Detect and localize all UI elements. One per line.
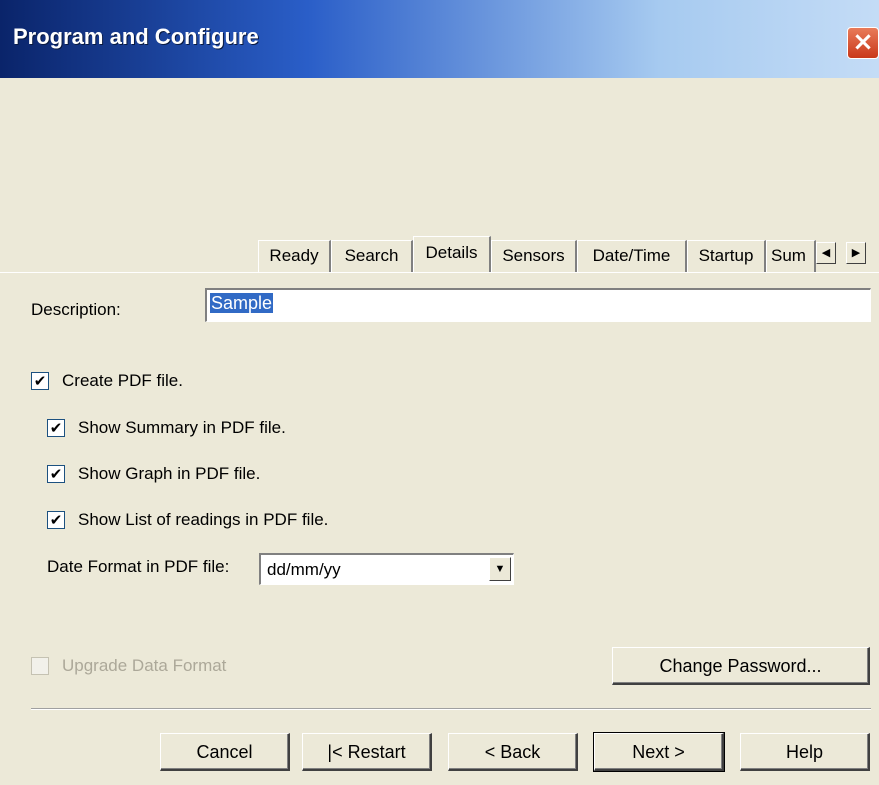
tab-startup[interactable]: Startup	[687, 240, 766, 272]
show-list-checkbox[interactable]: ✔	[47, 511, 65, 529]
date-format-select[interactable]: dd/mm/yy ▼	[259, 553, 514, 585]
tab-search[interactable]: Search	[331, 240, 413, 272]
window-title: Program and Configure	[13, 24, 259, 49]
restart-button[interactable]: |< Restart	[302, 733, 432, 771]
tab-ready[interactable]: Ready	[258, 240, 331, 272]
show-summary-label[interactable]: Show Summary in PDF file.	[78, 418, 286, 438]
tab-scroll-right-icon[interactable]: ▶	[846, 242, 866, 264]
description-label: Description:	[31, 300, 121, 319]
show-graph-label[interactable]: Show Graph in PDF file.	[78, 464, 260, 484]
description-input[interactable]: Sample	[205, 288, 871, 322]
help-button[interactable]: Help	[740, 733, 870, 771]
date-format-label: Date Format in PDF file:	[47, 557, 230, 576]
upgrade-data-format-checkbox	[31, 657, 49, 675]
show-summary-checkbox[interactable]: ✔	[47, 419, 65, 437]
tab-date-time[interactable]: Date/Time	[577, 240, 687, 272]
show-list-label[interactable]: Show List of readings in PDF file.	[78, 510, 328, 530]
chevron-down-icon[interactable]: ▼	[489, 557, 511, 581]
show-graph-checkbox[interactable]: ✔	[47, 465, 65, 483]
back-button[interactable]: < Back	[448, 733, 578, 771]
program-configure-dialog: Program and Configure × Ready Search Det…	[0, 0, 879, 785]
description-value: Sample	[210, 293, 274, 313]
next-button[interactable]: Next >	[593, 732, 725, 772]
date-format-value: dd/mm/yy	[267, 560, 341, 579]
upgrade-data-format-label: Upgrade Data Format	[62, 656, 227, 675]
close-icon[interactable]: ×	[847, 27, 879, 59]
create-pdf-checkbox[interactable]: ✔	[31, 372, 49, 390]
separator	[31, 708, 871, 710]
change-password-button[interactable]: Change Password...	[612, 647, 870, 685]
tab-scroll-left-icon[interactable]: ◀	[816, 242, 836, 264]
tab-baseline	[0, 272, 879, 273]
tab-summary[interactable]: Sum	[766, 240, 816, 272]
tab-details[interactable]: Details	[413, 236, 491, 272]
tab-sensors[interactable]: Sensors	[491, 240, 577, 272]
title-bar: Program and Configure ×	[0, 0, 879, 78]
create-pdf-label[interactable]: Create PDF file.	[62, 371, 183, 391]
cancel-button[interactable]: Cancel	[160, 733, 290, 771]
